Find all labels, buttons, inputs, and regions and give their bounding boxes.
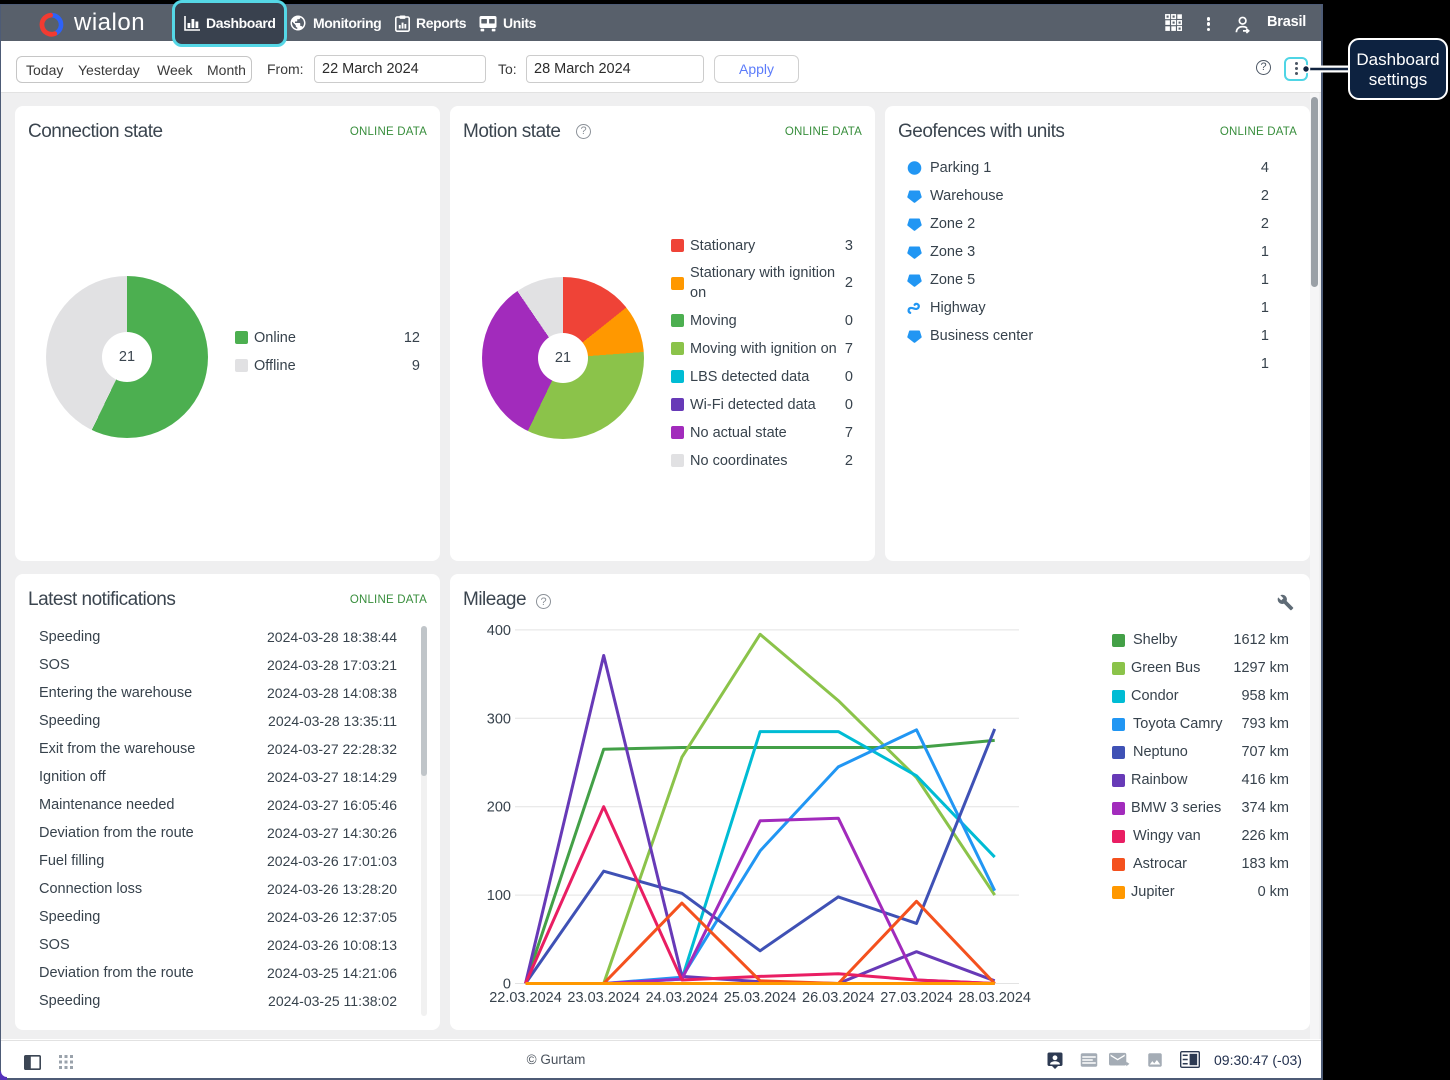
svg-text:28.03.2024: 28.03.2024 xyxy=(958,990,1031,1006)
svg-text:27.03.2024: 27.03.2024 xyxy=(880,990,953,1006)
svg-text:26.03.2024: 26.03.2024 xyxy=(802,990,875,1006)
svg-text:300: 300 xyxy=(487,711,511,727)
svg-text:24.03.2024: 24.03.2024 xyxy=(646,990,719,1006)
svg-text:100: 100 xyxy=(487,888,511,904)
svg-text:25.03.2024: 25.03.2024 xyxy=(724,990,797,1006)
svg-text:23.03.2024: 23.03.2024 xyxy=(567,990,640,1006)
svg-text:400: 400 xyxy=(487,623,511,639)
svg-text:200: 200 xyxy=(487,800,511,816)
svg-text:22.03.2024: 22.03.2024 xyxy=(489,990,562,1006)
